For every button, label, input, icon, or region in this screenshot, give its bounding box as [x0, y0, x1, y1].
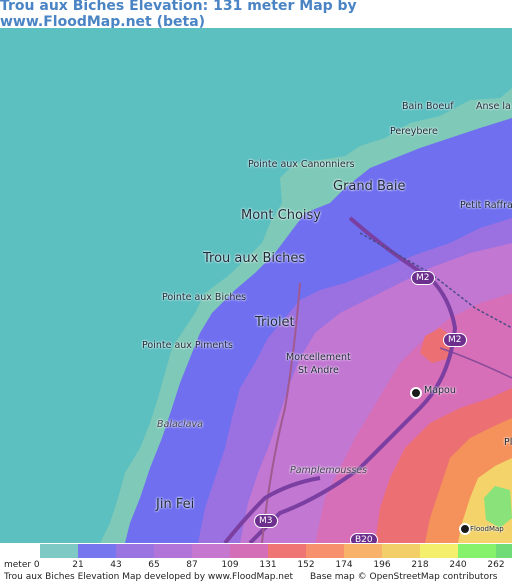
legend-swatch [154, 544, 192, 558]
legend-tick-label: 262 [487, 560, 505, 570]
credit-floodmap: Trou aux Biches Elevation Map developed … [4, 572, 294, 582]
place-label-anse-la: Anse la [476, 101, 511, 112]
place-label-pointe-aux-canonniers: Pointe aux Canonniers [248, 159, 355, 170]
place-label-triolet: Triolet [255, 315, 295, 330]
legend-swatch [192, 544, 230, 558]
elevation-legend: meter 0 21 43 65 87 109 131 152 174 196 218 240 262… [0, 543, 512, 582]
legend-tick-label: 21 [72, 560, 84, 570]
legend-swatch [496, 544, 512, 558]
title-bar: Trou aux Biches Elevation: 131 meter Map… [0, 0, 512, 30]
place-label-pereybere: Pereybere [390, 126, 438, 137]
legend-tick-label: 43 [110, 560, 122, 570]
legend-credits: Trou aux Biches Elevation Map developed … [0, 572, 512, 582]
place-label-pl: Pl [504, 437, 512, 448]
place-label-st-andre: St Andre [298, 365, 339, 376]
road-shield-m2: M2 [411, 271, 435, 285]
place-label-balaclava: Balaclava [157, 419, 203, 430]
place-label-grand-baie: Grand Baie [333, 179, 406, 194]
legend-tick-label: 196 [373, 560, 391, 570]
legend-unit-label: meter 0 [4, 560, 40, 570]
credit-openstreetmap: Base map © OpenStreetMap contributors [310, 572, 498, 582]
legend-swatch [78, 544, 116, 558]
legend-tick-label: 152 [297, 560, 315, 570]
legend-swatch-row [40, 544, 512, 558]
legend-swatch [40, 544, 78, 558]
legend-swatch [420, 544, 458, 558]
legend-swatch [116, 544, 154, 558]
legend-swatch [268, 544, 306, 558]
legend-tick-row: meter 0 21 43 65 87 109 131 152 174 196 218 240 262 [0, 560, 512, 572]
place-label-pointe-aux-piments: Pointe aux Piments [142, 340, 233, 351]
road-shield-m2: M2 [443, 333, 467, 347]
road-shield-m3: M3 [254, 514, 278, 528]
legend-swatch [382, 544, 420, 558]
location-marker-mapou[interactable] [410, 387, 422, 399]
place-label-bain-boeuf: Bain Boeuf [402, 101, 454, 112]
legend-tick-label: 174 [335, 560, 353, 570]
place-label-morcellement: Morcellement [286, 352, 351, 363]
place-label-trou-aux-biches: Trou aux Biches [203, 251, 306, 266]
legend-tick-label: 131 [259, 560, 277, 570]
place-label-pointe-aux-biches: Pointe aux Biches [162, 292, 247, 303]
legend-tick-label: 218 [411, 560, 429, 570]
legend-swatch [230, 544, 268, 558]
legend-tick-label: 87 [186, 560, 198, 570]
place-label-pamplemousses: Pamplemousses [290, 465, 368, 476]
place-label-mont-choisy: Mont Choisy [241, 208, 321, 223]
elevation-map[interactable]: Anse la Bain Boeuf Pereybere Pointe aux … [0, 28, 512, 543]
legend-swatch [458, 544, 496, 558]
place-label-mapou: Mapou [424, 385, 456, 396]
legend-swatch [306, 544, 344, 558]
page-title: Trou aux Biches Elevation: 131 meter Map… [0, 0, 357, 30]
place-label-jin-fei: Jin Fei [156, 497, 195, 512]
road-shield-b20: B20 [350, 533, 378, 543]
marker-label: FloodMap [470, 525, 504, 533]
legend-tick-label: 240 [449, 560, 467, 570]
place-label-petit-raffra: Petit Raffra [460, 200, 512, 211]
legend-tick-label: 109 [221, 560, 239, 570]
legend-swatch [344, 544, 382, 558]
legend-tick-label: 65 [148, 560, 160, 570]
